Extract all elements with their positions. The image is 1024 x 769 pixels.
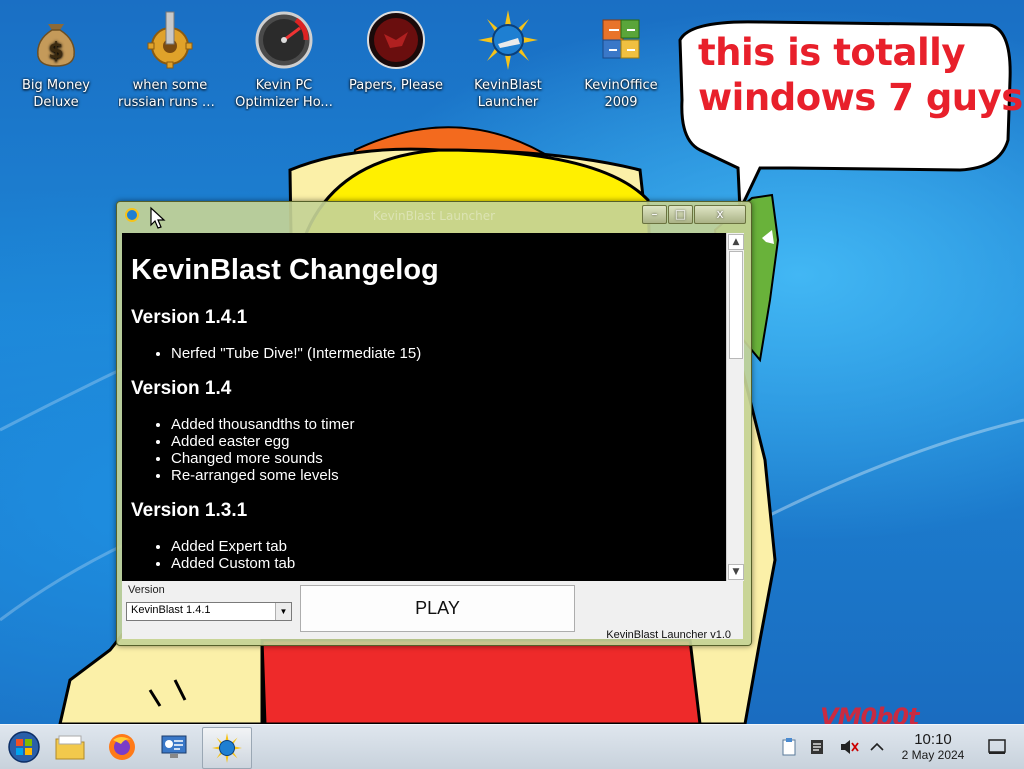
play-button[interactable]: PLAY: [300, 585, 575, 632]
launcher-controls: Version KevinBlast 1.4.1 ▼ PLAY KevinBla…: [122, 581, 743, 641]
desktop-icon-label: russian runs a...: [118, 95, 222, 110]
changelog-list: Added Expert tab Added Custom tab: [131, 538, 726, 572]
clock[interactable]: 10:10 2 May 2024: [890, 731, 976, 763]
scroll-down-arrow-icon[interactable]: ▼: [728, 564, 744, 580]
start-button[interactable]: [0, 727, 48, 767]
changelog-item: Changed more sounds: [171, 450, 726, 467]
speech-line-2: windows 7 guys: [698, 76, 1023, 119]
svg-text:$: $: [48, 39, 63, 64]
taskbar: 10:10 2 May 2024: [0, 724, 1024, 769]
show-desktop-icon: [988, 739, 1006, 754]
folder-icon: [55, 735, 85, 760]
taskbar-file-explorer[interactable]: [46, 727, 94, 767]
desktop-icon-kevinblast-launcher[interactable]: KevinBlast Launcher: [456, 10, 560, 111]
window-titlebar[interactable]: KevinBlast Launcher – □ x: [117, 202, 751, 231]
firefox-icon: [109, 734, 135, 760]
desktop-icon-label: Optimizer Ho...: [235, 95, 333, 110]
chevron-up-icon[interactable]: [866, 736, 888, 758]
changelog-list: Added thousandths to timer Added easter …: [131, 416, 726, 484]
kevinblast-icon: [478, 10, 538, 70]
desktop-icon-label: Papers, Please: [348, 78, 444, 93]
desktop-icon-label: Launcher: [477, 95, 539, 110]
scroll-up-arrow-icon[interactable]: ▲: [728, 234, 744, 250]
version-heading: Version 1.4: [131, 378, 232, 399]
speech-line-1: this is totally: [698, 31, 965, 74]
version-label: Version: [128, 584, 165, 596]
speech-bubble-text: this is totally windows 7 guys: [698, 30, 1023, 120]
changelog-scrollbar[interactable]: ▲ ▼: [726, 233, 744, 581]
desktop-icon-when-some-russian-runs[interactable]: when some russian runs a...: [118, 10, 222, 111]
version-heading: Version 1.3.1: [131, 500, 248, 521]
version-dropdown-value: KevinBlast 1.4.1: [131, 604, 211, 616]
office-icon: [602, 19, 640, 59]
maximize-button[interactable]: □: [668, 205, 693, 224]
gear-icon: [147, 11, 193, 69]
desktop-icon-label: Kevin PC: [255, 78, 313, 93]
desktop-icon-label: when some: [132, 78, 208, 93]
launcher-version-text: KevinBlast Launcher v1.0: [606, 629, 731, 641]
minimize-button[interactable]: –: [642, 205, 667, 224]
windows-start-icon: [8, 731, 40, 763]
changelog-item: Nerfed "Tube Dive!" (Intermediate 15): [171, 345, 726, 362]
clipboard-tray-icon[interactable]: [778, 736, 800, 758]
taskbar-firefox[interactable]: [98, 727, 146, 767]
changelog-item: Added Expert tab: [171, 538, 726, 555]
desktop-icon-papers-please[interactable]: Papers, Please: [344, 10, 448, 94]
money-bag-icon: $: [37, 24, 75, 67]
version-heading: Version 1.4.1: [131, 307, 248, 328]
watermark: VM0b0t: [820, 703, 920, 724]
chevron-down-icon[interactable]: ▼: [275, 603, 291, 620]
desktop-icon-kevinoffice-2009[interactable]: KevinOffice 2009: [569, 10, 673, 111]
taskbar-system-settings[interactable]: [150, 727, 198, 767]
version-dropdown[interactable]: KevinBlast 1.4.1 ▼: [126, 602, 292, 621]
speedometer-icon: [255, 11, 313, 69]
changelog-item: Added thousandths to timer: [171, 416, 726, 433]
desktop-icon-kevin-pc-optimizer[interactable]: Kevin PC Optimizer Ho...: [232, 10, 336, 111]
desktop-icon-label: KevinBlast: [474, 78, 542, 93]
clock-time: 10:10: [914, 731, 952, 748]
desktop-icon-label: KevinOffice: [584, 78, 658, 93]
changelog-title: KevinBlast Changelog: [131, 254, 439, 286]
changelog-view[interactable]: KevinBlast Changelog Version 1.4.1 Nerfe…: [122, 233, 726, 581]
launcher-window: KevinBlast Launcher – □ x KevinBlast Cha…: [116, 201, 752, 646]
desktop-icon-label: 2009: [604, 95, 638, 110]
kevinblast-icon: [212, 733, 242, 763]
changelog-item: Added Custom tab: [171, 555, 726, 572]
scrollbar-thumb[interactable]: [729, 251, 743, 359]
changelog-list: Nerfed "Tube Dive!" (Intermediate 15): [131, 345, 726, 362]
notes-tray-icon[interactable]: [806, 736, 828, 758]
changelog-item: Re-arranged some levels: [171, 467, 726, 484]
show-desktop-button[interactable]: [986, 736, 1008, 758]
computer-settings-icon: [161, 735, 187, 758]
papers-please-icon: [367, 11, 425, 69]
desktop-icon-label: Deluxe: [33, 95, 79, 110]
desktop-icon-label: Big Money: [21, 78, 90, 93]
taskbar-kevinblast-launcher[interactable]: [202, 727, 252, 769]
close-button[interactable]: x: [694, 205, 746, 224]
system-tray: [776, 725, 886, 769]
volume-muted-icon[interactable]: [838, 736, 860, 758]
clock-date: 2 May 2024: [901, 748, 965, 762]
desktop-icon-big-money-deluxe[interactable]: $ Big Money Deluxe: [4, 10, 108, 111]
changelog-item: Added easter egg: [171, 433, 726, 450]
